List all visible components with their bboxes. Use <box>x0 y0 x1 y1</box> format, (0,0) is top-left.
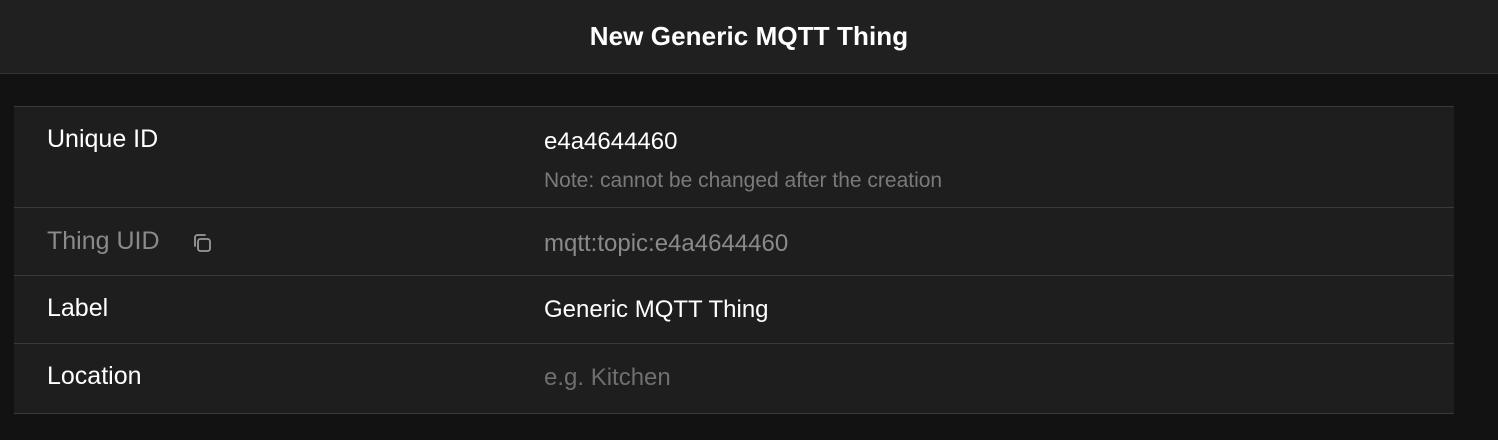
copy-icon[interactable] <box>191 232 213 254</box>
location-input[interactable] <box>544 363 1404 393</box>
label-row: Label <box>14 276 1454 343</box>
page-title: New Generic MQTT Thing <box>589 21 909 51</box>
navbar: New Generic MQTT Thing <box>0 0 1498 74</box>
unique-id-row: Unique ID Note: cannot be changed after … <box>14 107 1454 208</box>
thing-form-card: Unique ID Note: cannot be changed after … <box>14 106 1454 414</box>
thing-uid-label: Thing UID <box>47 227 160 255</box>
thing-uid-row: Thing UID mqtt:topic:e4a4644460 <box>14 208 1454 275</box>
unique-id-label: Unique ID <box>47 125 159 153</box>
thing-uid-value: mqtt:topic:e4a4644460 <box>544 230 789 257</box>
location-row: Location <box>14 344 1454 412</box>
label-input[interactable] <box>544 295 1404 325</box>
label-field-label: Label <box>47 294 109 322</box>
location-label: Location <box>47 362 142 390</box>
unique-id-note: Note: cannot be changed after the creati… <box>544 169 943 192</box>
unique-id-input[interactable] <box>544 127 1404 157</box>
